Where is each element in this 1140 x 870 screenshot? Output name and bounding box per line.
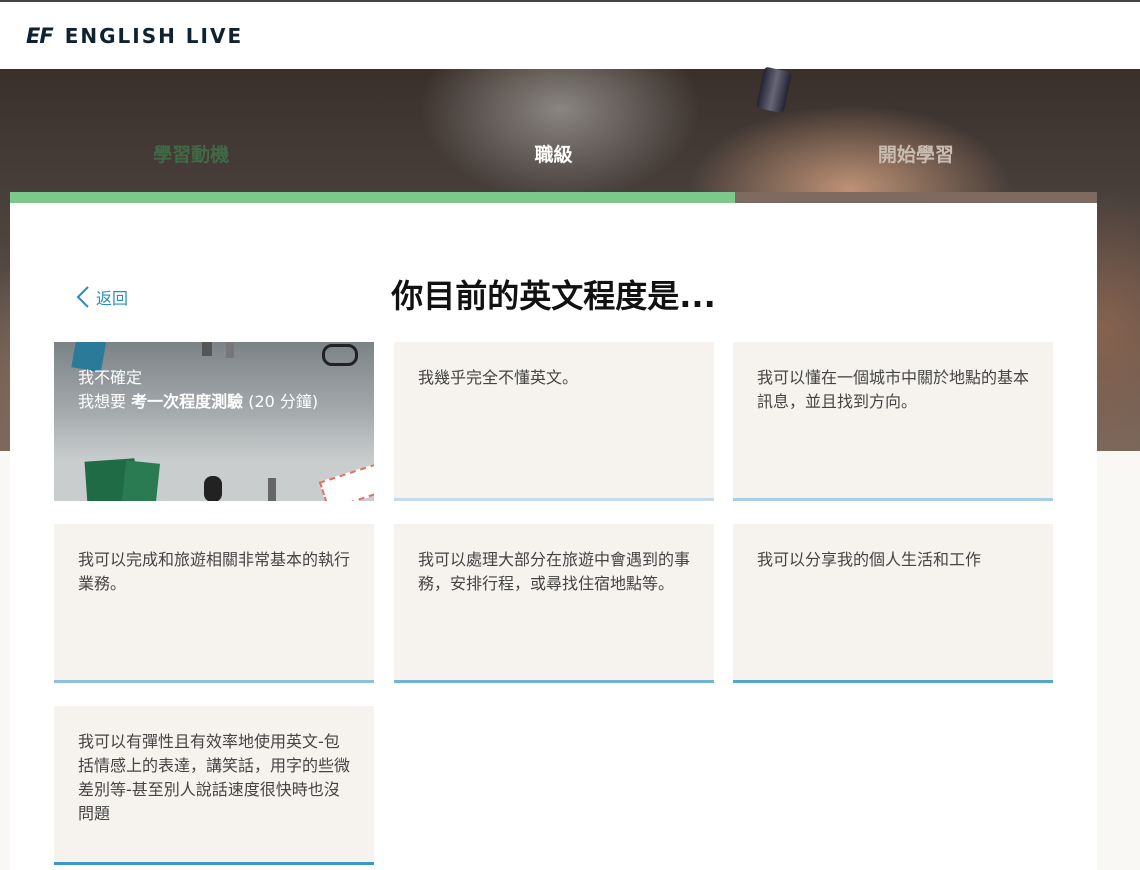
step-indicator: 學習動機 職級 開始學習 bbox=[10, 140, 1097, 184]
level-option-card[interactable]: 我幾乎完全不懂英文。 bbox=[394, 342, 714, 501]
remote-graphic bbox=[204, 476, 222, 501]
level-option-text: 我可以完成和旅遊相關非常基本的執行業務。 bbox=[78, 550, 351, 593]
brand-mark: EF bbox=[26, 23, 54, 48]
not-sure-label: 我不確定 bbox=[78, 368, 143, 387]
placement-test-card[interactable]: 我不確定 我想要 考一次程度測驗 (20 分鐘) bbox=[54, 342, 374, 501]
step-start-learning: 開始學習 bbox=[877, 144, 954, 166]
glasses-graphic bbox=[322, 344, 358, 366]
level-option-card[interactable]: 我可以懂在一個城市中關於地點的基本訊息，並且找到方向。 bbox=[733, 342, 1053, 501]
level-option-text: 我可以處理大部分在旅遊中會遇到的事務，安排行程，或尋找住宿地點等。 bbox=[418, 550, 691, 593]
level-option-text: 我可以分享我的個人生活和工作 bbox=[757, 550, 982, 569]
level-option-text: 我可以有彈性且有效率地使用英文-包括情感上的表達，講笑話，用字的些微差別等-甚至… bbox=[78, 732, 351, 823]
pen-graphic bbox=[202, 342, 212, 356]
step-level: 職級 bbox=[534, 144, 573, 166]
pen-graphic bbox=[226, 342, 234, 358]
level-selection-panel: 返回 你目前的英文程度是... 我不確定 我想要 考一次程度測驗 (20 分鐘)… bbox=[10, 203, 1097, 870]
placement-test-text: 我不確定 我想要 考一次程度測驗 (20 分鐘) bbox=[78, 366, 350, 414]
site-header: EF ENGLISH LIVE bbox=[0, 2, 1140, 69]
brand-name: ENGLISH LIVE bbox=[64, 23, 244, 48]
step-motivation: 學習動機 bbox=[153, 144, 230, 166]
take-test-label: 我想要 考一次程度測驗 (20 分鐘) bbox=[78, 392, 319, 411]
brand-logo[interactable]: EF ENGLISH LIVE bbox=[26, 24, 243, 48]
level-option-text: 我幾乎完全不懂英文。 bbox=[418, 368, 579, 387]
paper-graphic bbox=[318, 463, 374, 501]
pen-graphic bbox=[268, 478, 276, 501]
progress-bar-fill bbox=[10, 192, 736, 203]
page-title: 你目前的英文程度是... bbox=[391, 277, 716, 315]
notebook-graphic bbox=[122, 460, 160, 501]
progress-bar bbox=[10, 192, 1097, 203]
level-option-card[interactable]: 我可以完成和旅遊相關非常基本的執行業務。 bbox=[54, 524, 374, 683]
level-option-card[interactable]: 我可以處理大部分在旅遊中會遇到的事務，安排行程，或尋找住宿地點等。 bbox=[394, 524, 714, 683]
level-option-text: 我可以懂在一個城市中關於地點的基本訊息，並且找到方向。 bbox=[757, 368, 1030, 411]
level-option-card[interactable]: 我可以分享我的個人生活和工作 bbox=[733, 524, 1053, 683]
level-option-card[interactable]: 我可以有彈性且有效率地使用英文-包括情感上的表達，講笑話，用字的些微差別等-甚至… bbox=[54, 706, 374, 865]
